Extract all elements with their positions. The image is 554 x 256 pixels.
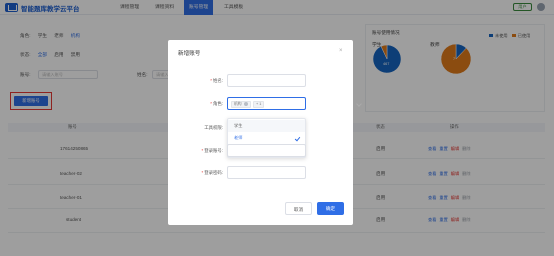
- dialog-title: 新增账号: [178, 51, 201, 57]
- confirm-button[interactable]: 确定: [317, 202, 344, 215]
- check-icon: [294, 135, 301, 142]
- name-field-input[interactable]: [227, 74, 306, 87]
- cancel-button[interactable]: 取消: [285, 202, 312, 215]
- role-tag-org[interactable]: 机构: [231, 101, 251, 108]
- login-account-label: *登录账号:: [201, 148, 223, 153]
- role-option-teacher[interactable]: 老师: [228, 132, 305, 144]
- role-tag-more: + 1: [253, 101, 265, 108]
- name-field-label: *姓名:: [210, 78, 223, 83]
- role-field-label: *角色:: [210, 101, 223, 106]
- add-account-dialog: 新增账号 × *姓名: *角色: 机构 + 1 工具权限: 学生 老师 机构 *…: [168, 40, 362, 225]
- role-multiselect[interactable]: 机构 + 1: [227, 97, 362, 110]
- role-option-student[interactable]: 学生: [228, 120, 305, 132]
- login-account-input[interactable]: [227, 144, 306, 157]
- tool-permission-label: 工具权限:: [204, 125, 223, 130]
- close-icon[interactable]: ×: [339, 48, 343, 54]
- login-password-label: *登录密码:: [201, 170, 223, 175]
- login-password-input[interactable]: [227, 166, 306, 179]
- tag-close-icon[interactable]: [243, 102, 248, 106]
